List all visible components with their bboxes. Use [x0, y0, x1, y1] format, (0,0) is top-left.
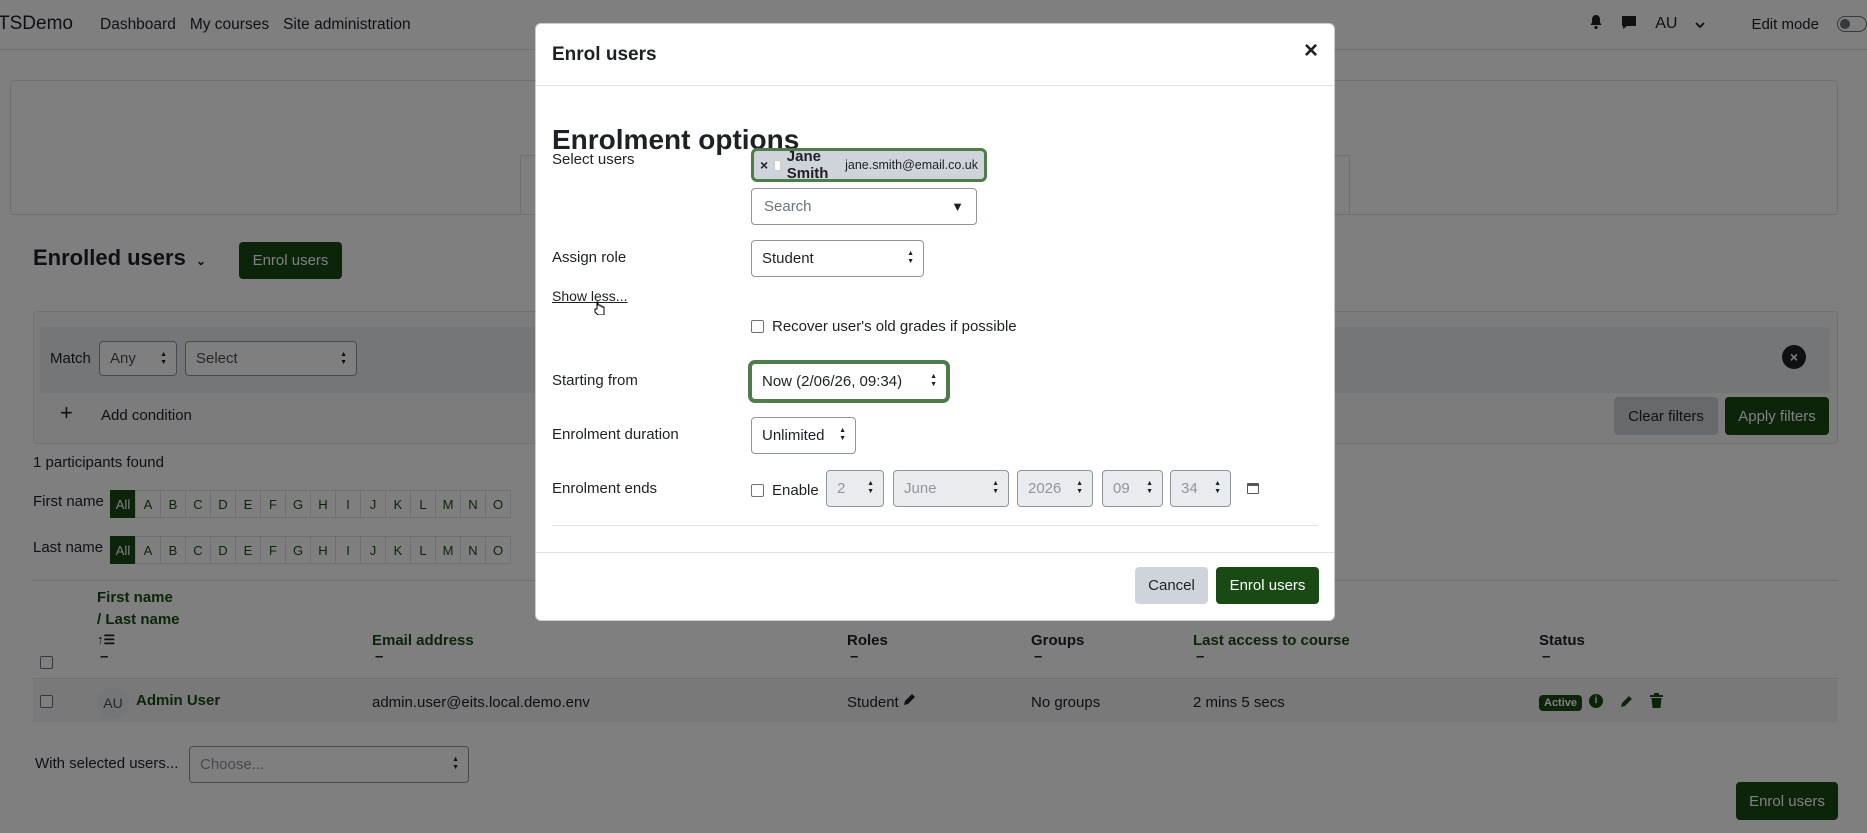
- starting-from-label: Starting from: [552, 372, 638, 389]
- enrolment-duration-label: Enrolment duration: [552, 426, 679, 443]
- assign-role-label: Assign role: [552, 249, 627, 266]
- modal-title: Enrol users: [552, 44, 657, 65]
- selected-user-email: jane.smith@email.co.uk: [845, 158, 978, 172]
- selected-user-name: Jane Smith: [786, 148, 829, 182]
- calendar-icon[interactable]: [1247, 483, 1259, 494]
- enrol-users-modal: Enrol users × Enrolment options Select u…: [535, 23, 1335, 621]
- modal-header: Enrol users ×: [536, 24, 1334, 86]
- end-month-select[interactable]: June: [893, 470, 1009, 507]
- remove-user-icon[interactable]: ×: [760, 157, 768, 173]
- enrol-users-submit-button[interactable]: Enrol users: [1216, 567, 1319, 604]
- show-less-link[interactable]: Show less...: [552, 288, 627, 304]
- close-icon[interactable]: ×: [1304, 39, 1318, 63]
- selected-user-chip[interactable]: × Jane Smith jane.smith@email.co.uk: [751, 148, 987, 182]
- recover-grades-checkbox[interactable]: [751, 320, 764, 333]
- enable-end-date-checkbox[interactable]: [751, 484, 764, 497]
- enrolment-duration-select[interactable]: Unlimited: [751, 417, 856, 454]
- assign-role-select[interactable]: Student: [751, 240, 924, 277]
- cancel-button[interactable]: Cancel: [1135, 567, 1208, 604]
- end-minute-select[interactable]: 34: [1170, 470, 1231, 507]
- fieldset-divider: [552, 525, 1318, 526]
- select-users-label: Select users: [552, 151, 635, 168]
- recover-grades-option[interactable]: Recover user's old grades if possible: [751, 318, 1017, 335]
- end-day-select[interactable]: 2: [826, 470, 884, 507]
- recover-grades-label: Recover user's old grades if possible: [772, 318, 1017, 335]
- starting-from-select[interactable]: Now (2/06/26, 09:34): [751, 363, 947, 400]
- enable-end-date-option[interactable]: Enable: [751, 482, 819, 499]
- caret-down-icon[interactable]: ▼: [951, 199, 964, 214]
- modal-footer: Cancel Enrol users: [536, 552, 1334, 622]
- hand-cursor-icon: [594, 301, 605, 315]
- user-picture-icon: [774, 159, 781, 171]
- end-year-select[interactable]: 2026: [1017, 470, 1093, 507]
- enable-end-date-label: Enable: [772, 482, 819, 499]
- user-search-input[interactable]: Search ▼: [751, 188, 977, 225]
- end-hour-select[interactable]: 09: [1102, 470, 1163, 507]
- enrolment-ends-label: Enrolment ends: [552, 480, 658, 497]
